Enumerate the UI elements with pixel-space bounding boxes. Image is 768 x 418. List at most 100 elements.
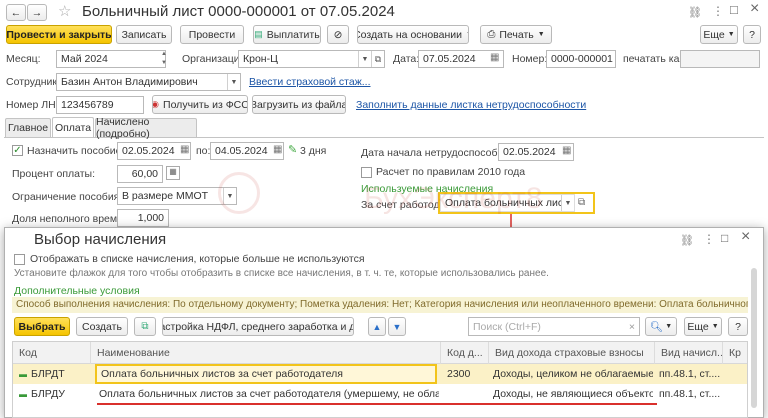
parttime-field[interactable]: 1,000 <box>117 209 169 227</box>
calculator-icon[interactable]: ▦ <box>166 166 180 180</box>
table-row[interactable]: ▬ БЛРДУ Оплата больничных листов за счет… <box>13 384 747 404</box>
create-based-button[interactable]: Создать на основании ▼ <box>357 25 469 44</box>
calendar-icon[interactable]: ▦ <box>490 52 499 63</box>
get-from-fss-button[interactable]: ◉ Получить из ФСС <box>152 95 248 114</box>
month-spinner[interactable]: ▲ ▼ <box>161 50 171 68</box>
employee-label: Сотрудник: <box>6 76 60 88</box>
month-field[interactable]: Май 2024 <box>56 50 166 68</box>
print-as-label: печатать как: <box>623 53 687 65</box>
pay-button[interactable]: ▤ Выплатить <box>253 25 321 44</box>
select-button[interactable]: Выбрать <box>14 317 70 336</box>
row-income-code: 2300 <box>447 368 471 380</box>
calendar-icon[interactable]: ▦ <box>180 144 189 155</box>
link-icon[interactable]: ⛓ <box>688 6 702 19</box>
row-income-type: Доходы, не являющиеся объектом о... <box>493 388 653 400</box>
create-based-label: Создать на основании <box>357 28 462 41</box>
column-header-income-code[interactable]: Код д... <box>441 342 489 364</box>
limit-value: В размере ММОТ <box>122 190 209 202</box>
open-icon[interactable]: ⧉ <box>578 197 585 208</box>
chevron-down-icon: ▼ <box>537 31 545 38</box>
chevron-down-icon: ▼ <box>466 31 468 38</box>
number-label: Номер: <box>512 53 548 65</box>
get-fss-label: Получить из ФСС <box>163 98 248 111</box>
menu-icon[interactable]: ⋮ <box>712 4 724 18</box>
fill-sick-leave-link[interactable]: Заполнить данные листка нетрудоспособнос… <box>356 99 586 111</box>
print-as-field[interactable] <box>680 50 760 68</box>
column-header-name[interactable]: Наименование <box>91 342 441 364</box>
insurance-experience-link[interactable]: Ввести страховой стаж... <box>249 76 371 88</box>
dialog-more-button[interactable]: Еще ▼ <box>684 317 722 336</box>
favorite-star-icon[interactable]: ☆ <box>58 2 71 20</box>
org-field[interactable]: Крон-Ц ▼ ⧉ <box>238 50 385 68</box>
close-icon[interactable]: × <box>750 0 759 18</box>
load-from-file-button[interactable]: Загрузить из файла <box>252 95 346 114</box>
chevron-down-icon: ▼ <box>665 323 673 330</box>
create-button[interactable]: Создать <box>76 317 128 336</box>
arrow-down-icon: ▼ <box>392 321 402 332</box>
column-header-income-type[interactable]: Вид дохода страховые взносы <box>489 342 655 364</box>
chevron-down-icon[interactable]: ▼ <box>358 51 371 67</box>
dialog-help-button[interactable]: ? <box>728 317 748 336</box>
tab-main[interactable]: Главное <box>5 118 51 137</box>
paperclip-icon: ⊘ <box>333 28 343 41</box>
tab-payment[interactable]: Оплата <box>52 117 94 137</box>
calendar-icon[interactable]: ▦ <box>562 145 571 156</box>
post-and-close-button[interactable]: Провести и закрыть <box>6 25 112 44</box>
attach-button[interactable]: ⊘ <box>327 25 349 44</box>
employer-accrual-value: Оплата больничных листов за <box>445 197 574 209</box>
ndfl-settings-button[interactable]: Настройка НДФЛ, среднего заработка и др. <box>162 317 354 336</box>
help-button[interactable]: ? <box>743 25 761 44</box>
chevron-down-icon[interactable]: ▼ <box>227 74 240 90</box>
chevron-down-icon: ▼ <box>711 323 719 330</box>
dialog-maximize-icon[interactable]: □ <box>721 231 728 245</box>
dialog-menu-icon[interactable]: ⋮ <box>703 232 715 246</box>
assign-benefit-checkbox[interactable]: ✓ <box>12 145 23 156</box>
pencil-icon[interactable]: ✎ <box>288 143 297 156</box>
number-field[interactable]: 0000-000001 <box>546 50 616 68</box>
clear-icon[interactable]: × <box>629 321 635 333</box>
row-accrual-type: пп.48.1, ст.... <box>659 368 721 380</box>
open-icon[interactable]: ⧉ <box>371 51 384 67</box>
employee-field[interactable]: Базин Антон Владимирович ▼ <box>56 73 241 91</box>
search-button[interactable]: 🔍︎ ▼ <box>645 317 677 336</box>
tab-accrued-detailed[interactable]: Начислено (подробно) <box>95 116 197 140</box>
move-up-button[interactable]: ▲ <box>368 317 386 336</box>
org-value: Крон-Ц <box>243 53 278 65</box>
row-icon: ▬ <box>15 364 27 384</box>
row-name: Оплата больничных листов за счет работод… <box>99 388 439 400</box>
ln-label: Номер ЛН: <box>6 99 59 111</box>
calendar-icon[interactable]: ▦ <box>273 144 282 155</box>
percent-field[interactable]: 60,00 <box>117 165 163 183</box>
dialog-close-icon[interactable]: × <box>741 228 750 246</box>
forward-button[interactable]: → <box>27 4 47 21</box>
column-header-accrual-type[interactable]: Вид начисл... <box>655 342 723 364</box>
table-header: Код Наименование Код д... Вид дохода стр… <box>13 342 747 364</box>
filter-bar: Способ выполнения начисления: По отдельн… <box>12 297 748 313</box>
move-down-button[interactable]: ▼ <box>388 317 406 336</box>
show-unused-label: Отображать в списке начисления, которые … <box>30 253 365 265</box>
dialog-scrollbar[interactable] <box>751 268 757 408</box>
print-button[interactable]: ⎙ Печать ▼ <box>480 25 552 44</box>
save-button[interactable]: Записать <box>116 25 172 44</box>
more-button[interactable]: Еще ▼ <box>700 25 738 44</box>
dialog-link-icon[interactable]: ⛓ <box>680 234 694 247</box>
search-input[interactable]: Поиск (Ctrl+F) × <box>468 317 640 336</box>
limit-label: Ограничение пособия: <box>12 191 123 203</box>
column-header-code[interactable]: Код <box>13 342 91 364</box>
post-button[interactable]: Провести <box>180 25 244 44</box>
ln-field[interactable]: 123456789 <box>56 96 144 114</box>
chevron-down-icon[interactable]: ▼ <box>561 195 574 211</box>
row-code: БЛРДТ <box>31 368 65 380</box>
percent-label: Процент оплаты: <box>12 168 96 180</box>
table-row[interactable]: ▬ БЛРДТ Оплата больничных листов за счет… <box>13 364 747 384</box>
rules-2010-checkbox[interactable] <box>361 167 372 178</box>
back-button[interactable]: ← <box>6 4 26 21</box>
copy-button[interactable]: ⧉ <box>134 317 156 336</box>
printer-icon: ⎙ <box>487 29 496 40</box>
print-label: Печать <box>499 28 534 41</box>
show-unused-checkbox[interactable] <box>14 254 25 265</box>
maximize-icon[interactable]: □ <box>730 2 738 17</box>
arrow-up-icon: ▲ <box>372 321 382 332</box>
column-header-short[interactable]: Кр <box>723 342 747 364</box>
employer-accrual-field[interactable]: Оплата больничных листов за▼ <box>440 194 575 212</box>
